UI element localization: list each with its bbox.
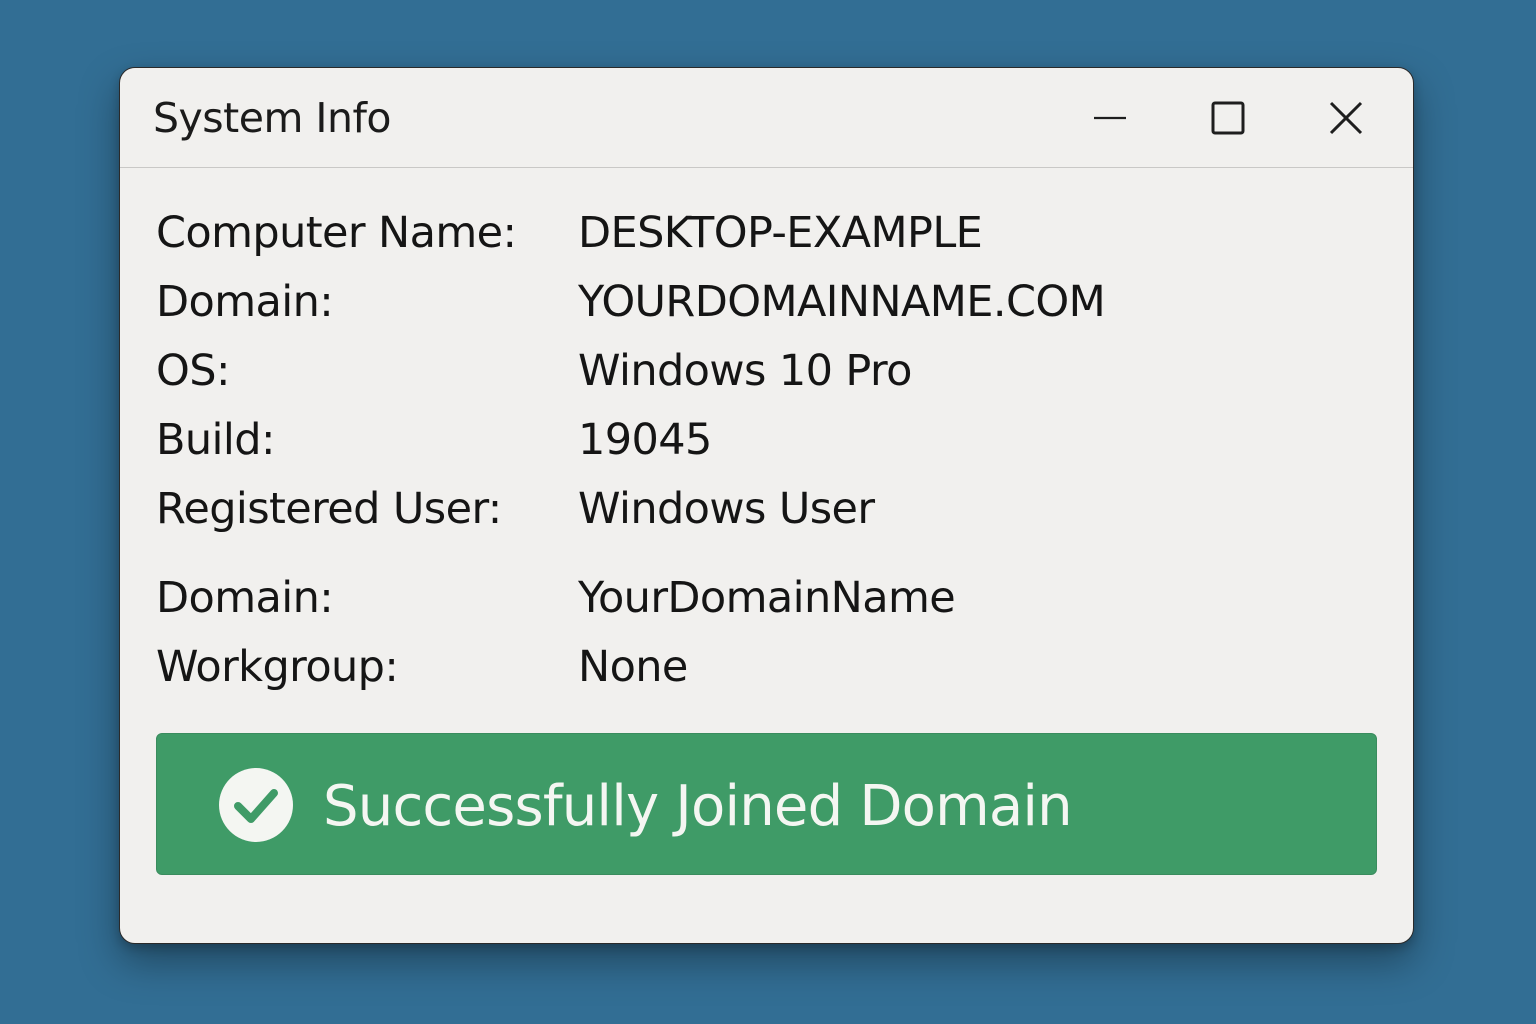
info-value: YOURDOMAINNAME.COM (578, 277, 1106, 327)
window-title: System Info (153, 94, 392, 142)
minimize-icon (1094, 116, 1126, 120)
info-label: Workgroup: (156, 642, 399, 692)
title-bar[interactable]: System Info (120, 68, 1413, 168)
success-banner: Successfully Joined Domain (156, 733, 1377, 875)
close-button[interactable] (1314, 90, 1378, 146)
maximize-icon (1211, 101, 1245, 135)
check-circle-icon (219, 768, 293, 842)
info-label: Computer Name: (156, 208, 517, 258)
info-value: 19045 (578, 415, 712, 465)
info-label: Domain: (156, 573, 334, 623)
info-value: Windows 10 Pro (578, 346, 912, 396)
maximize-button[interactable] (1196, 90, 1260, 146)
minimize-button[interactable] (1078, 90, 1142, 146)
info-value: Windows User (578, 484, 875, 534)
system-info-window: System Info Computer Name: DESKTOP-EXAMP… (119, 67, 1414, 944)
info-value: None (578, 642, 688, 692)
info-label: Build: (156, 415, 275, 465)
success-message: Successfully Joined Domain (323, 774, 1073, 839)
info-value: DESKTOP-EXAMPLE (578, 208, 983, 258)
info-label: Domain: (156, 277, 334, 327)
info-label: Registered User: (156, 484, 502, 534)
info-value: YourDomainName (578, 573, 956, 623)
close-icon (1329, 101, 1363, 135)
info-label: OS: (156, 346, 230, 396)
